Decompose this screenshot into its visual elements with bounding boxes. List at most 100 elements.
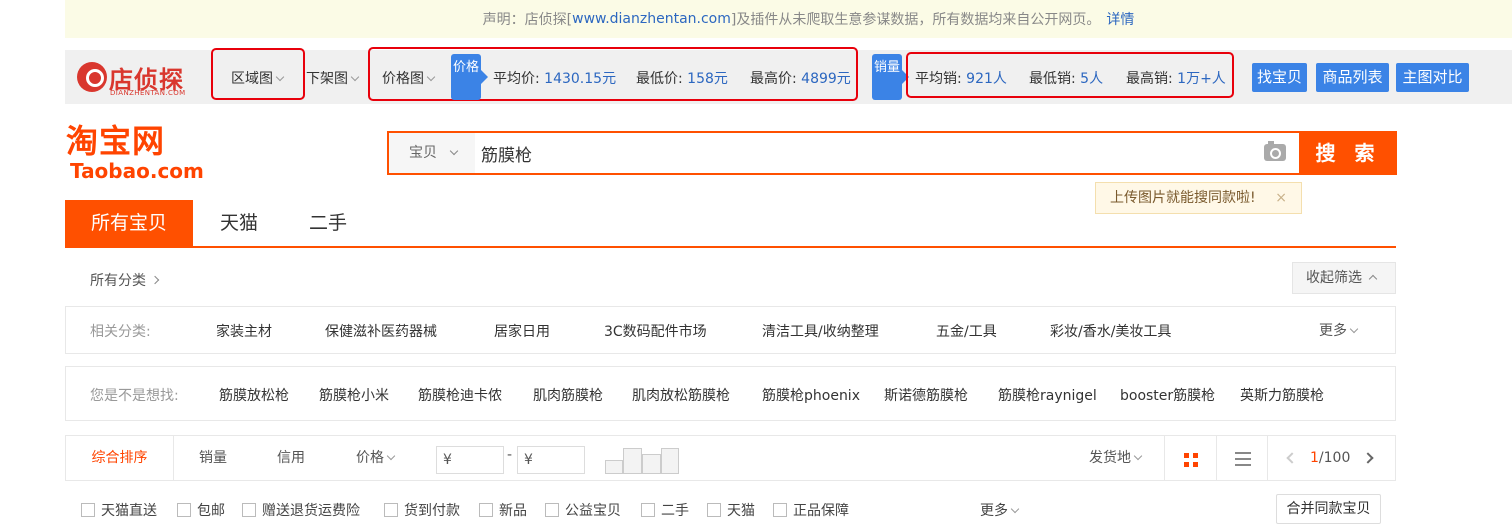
filter-label: 货到付款 (404, 503, 460, 519)
suggestion-item[interactable]: 肌肉放松筋膜枪 (632, 385, 730, 405)
tab-all-items[interactable]: 所有宝贝 (65, 200, 193, 246)
taobao-logo[interactable]: 淘宝网 Taobao.com (66, 122, 206, 186)
sort-price-label: 价格 (356, 450, 384, 466)
disclaimer-prefix: 声明：店侦探[ (482, 12, 573, 28)
sort-bar: 综合排序 销量 信用 价格 ¥ - ¥ 发货地 1/100 (65, 435, 1396, 481)
disclaimer-detail-link[interactable]: 详情 (1106, 9, 1134, 29)
filter-checkbox[interactable]: 公益宝贝 (545, 500, 621, 520)
tab-tmall[interactable]: 天猫 (193, 200, 285, 246)
suggestion-item[interactable]: 筋膜枪phoenix (762, 385, 860, 405)
avg-price-label: 平均价: (493, 71, 540, 87)
taobao-logo-cn: 淘宝网 (66, 122, 166, 160)
list-view-icon[interactable] (1235, 452, 1251, 466)
checkbox-icon (81, 503, 95, 517)
checkbox-icon (177, 503, 191, 517)
suggestion-item[interactable]: booster筋膜枪 (1120, 385, 1215, 405)
divider (1164, 436, 1165, 480)
sort-price[interactable]: 价格 (330, 436, 420, 480)
suggestion-item[interactable]: 肌肉筋膜枪 (533, 385, 603, 405)
related-category-item[interactable]: 居家日用 (494, 321, 550, 341)
search-category-label: 宝贝 (409, 145, 437, 161)
region-chart-label: 区域图 (231, 71, 273, 87)
filter-checkbox[interactable]: 货到付款 (384, 500, 460, 520)
shelf-chart-label: 下架图 (306, 71, 348, 87)
suggestion-item[interactable]: 筋膜枪小米 (319, 385, 389, 405)
dianzhentan-logo-sub: DIANZHENTAN.COM (110, 89, 186, 97)
camera-icon[interactable] (1264, 141, 1286, 161)
filter-checkbox[interactable]: 赠送退货运费险 (242, 500, 360, 520)
chevron-down-icon (386, 451, 396, 461)
filter-checkbox[interactable]: 二手 (641, 500, 689, 520)
price-range-dash: - (507, 447, 513, 463)
suggestion-item[interactable]: 斯诺德筋膜枪 (884, 385, 968, 405)
related-category-item[interactable]: 彩妆/香水/美妆工具 (1050, 321, 1171, 341)
region-chart-button[interactable]: 区域图 (231, 68, 285, 88)
page-current: 1 (1310, 450, 1319, 466)
collapse-filter-button[interactable]: 收起筛选 (1292, 262, 1396, 294)
next-page-icon[interactable] (1362, 452, 1375, 464)
dianzhentan-logo-icon (77, 62, 107, 92)
chevron-down-icon (1010, 504, 1020, 514)
dianzhentan-logo[interactable]: 店侦探 DIANZHENTAN.COM (77, 60, 215, 98)
merge-same-items-button[interactable]: 合并同款宝贝 (1276, 494, 1381, 524)
taobao-logo-en: Taobao.com (70, 159, 204, 183)
filter-checkbox[interactable]: 天猫 (707, 500, 755, 520)
ship-from-select[interactable]: 发货地 (1070, 436, 1160, 480)
filter-label: 包邮 (197, 503, 225, 519)
related-category-item[interactable]: 家装主材 (216, 321, 272, 341)
suggestion-item[interactable]: 筋膜放松枪 (219, 385, 289, 405)
avg-sales-value: 921人 (966, 71, 1007, 87)
suggestion-item[interactable]: 筋膜枪迪卡侬 (418, 385, 502, 405)
suggestion-item[interactable]: 英斯力筋膜枪 (1240, 385, 1324, 405)
filter-checkbox[interactable]: 正品保障 (773, 500, 849, 520)
checkbox-icon (479, 503, 493, 517)
price-distribution-icon[interactable] (605, 448, 681, 474)
grid-view-icon[interactable] (1184, 453, 1198, 467)
ship-from-label: 发货地 (1089, 450, 1131, 466)
disclaimer-suffix: ]及插件从未爬取生意参谋数据，所有数据均来自公开网页。 (730, 12, 1101, 28)
filter-checkbox[interactable]: 新品 (479, 500, 527, 520)
related-category-item[interactable]: 五金/工具 (936, 321, 997, 341)
shelf-chart-button[interactable]: 下架图 (306, 68, 360, 88)
filter-label: 赠送退货运费险 (262, 503, 360, 519)
prev-page-icon[interactable] (1286, 452, 1298, 464)
disclaimer-bar: 声明：店侦探[www.dianzhentan.com]及插件从未爬取生意参谋数据… (65, 0, 1512, 38)
filter-label: 新品 (499, 503, 527, 519)
avg-sales-label: 平均销: (915, 71, 962, 87)
price-distribution-bar (661, 448, 679, 474)
filter-label: 二手 (661, 503, 689, 519)
sort-credit[interactable]: 信用 (252, 436, 330, 480)
chevron-down-icon (449, 146, 459, 156)
related-category-item[interactable]: 清洁工具/收纳整理 (762, 321, 879, 341)
checkbox-icon (384, 503, 398, 517)
filter-checkbox[interactable]: 天猫直送 (81, 500, 157, 520)
find-item-button[interactable]: 找宝贝 (1252, 63, 1307, 92)
search-category-select[interactable]: 宝贝 (389, 133, 475, 173)
all-categories-link[interactable]: 所有分类 (90, 270, 160, 290)
image-compare-button[interactable]: 主图对比 (1396, 63, 1469, 92)
related-category-item[interactable]: 保健滋补医药器械 (325, 321, 437, 341)
price-min-input[interactable]: ¥ (436, 446, 504, 474)
min-sales-value: 5人 (1080, 71, 1104, 87)
disclaimer-url[interactable]: www.dianzhentan.com (572, 11, 731, 27)
related-category-item[interactable]: 3C数码配件市场 (604, 321, 707, 341)
related-more-button[interactable]: 更多 (1319, 320, 1359, 340)
max-sales-label: 最高销: (1126, 71, 1173, 87)
avg-sales: 平均销: 921人 (915, 68, 1007, 88)
suggestion-item[interactable]: 筋膜枪raynigel (998, 385, 1097, 405)
min-sales-label: 最低销: (1029, 71, 1076, 87)
price-chart-button[interactable]: 价格图 (382, 68, 436, 88)
sort-sales[interactable]: 销量 (174, 436, 252, 480)
suggestions-label: 您是不是想找: (90, 388, 179, 404)
product-list-button[interactable]: 商品列表 (1316, 63, 1389, 92)
chevron-down-icon (350, 72, 360, 82)
price-max-input[interactable]: ¥ (517, 446, 585, 474)
search-input[interactable] (481, 133, 1251, 173)
checkbox-icon (707, 503, 721, 517)
min-price: 最低价: 158元 (636, 68, 728, 88)
search-button[interactable]: 搜 索 (1299, 131, 1397, 175)
filter-more-button[interactable]: 更多 (980, 500, 1020, 520)
tab-second-hand[interactable]: 二手 (285, 200, 371, 246)
filter-checkbox[interactable]: 包邮 (177, 500, 225, 520)
sort-default[interactable]: 综合排序 (66, 436, 174, 480)
